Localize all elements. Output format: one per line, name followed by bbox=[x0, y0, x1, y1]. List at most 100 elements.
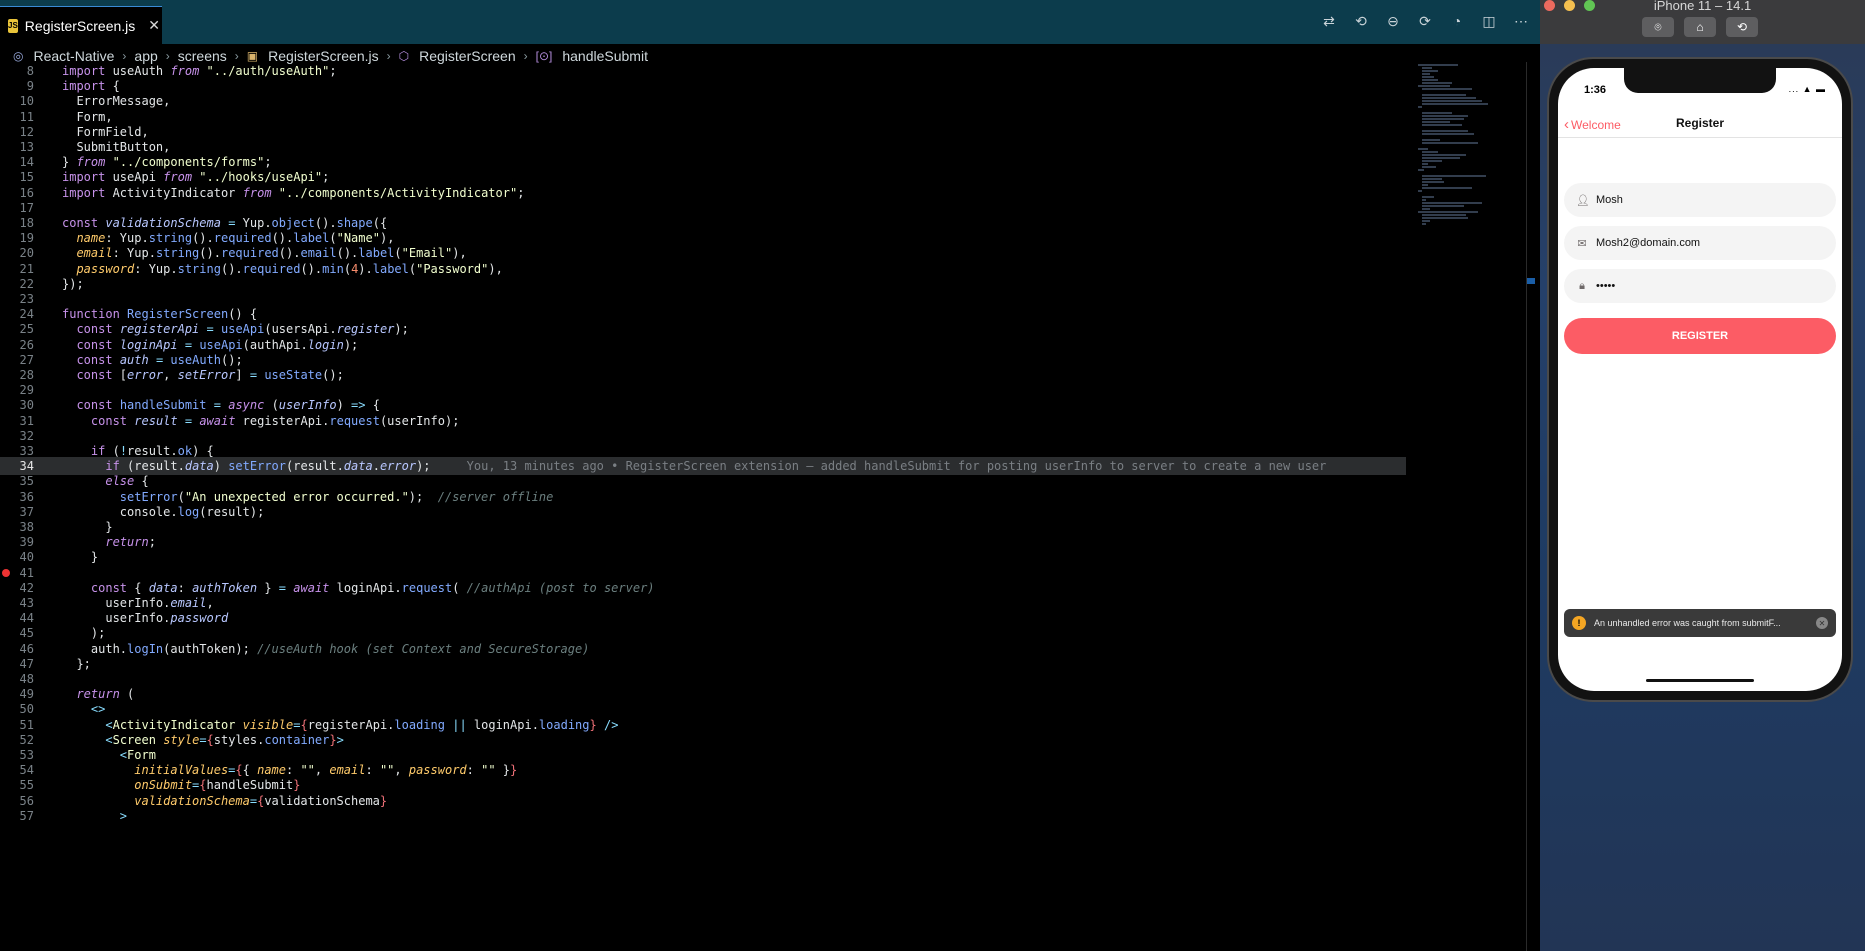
scrollbar-track bbox=[1526, 62, 1527, 951]
minimap-line bbox=[1422, 121, 1450, 123]
screen-title: Register bbox=[1675, 116, 1725, 130]
minimap-line bbox=[1422, 82, 1452, 84]
tab-registerscreen-js[interactable]: JS RegisterScreen.js ✕ bbox=[0, 6, 162, 44]
minimap-line bbox=[1422, 208, 1430, 210]
chevron-right-icon: › bbox=[386, 49, 391, 63]
home-icon: ⌂ bbox=[1696, 20, 1704, 34]
editor-actions: ⇄ ⟲ ⊖ ⟳ ◔ ◫ ⋯ bbox=[1320, 12, 1530, 30]
more-actions-icon[interactable]: ⋯ bbox=[1512, 12, 1530, 30]
chevron-right-icon: › bbox=[523, 49, 528, 63]
source-control-icon[interactable]: ⇄ bbox=[1320, 12, 1338, 30]
minimap-line bbox=[1422, 103, 1488, 105]
minimap-line bbox=[1422, 94, 1466, 96]
minimap-line bbox=[1422, 130, 1468, 132]
scrollbar-thumb[interactable] bbox=[1527, 278, 1535, 284]
camera-icon: ⌾ bbox=[1654, 19, 1662, 34]
minimap-line bbox=[1422, 166, 1436, 168]
lock-icon: 🔒︎ bbox=[1579, 279, 1585, 292]
account-icon: 👤︎ bbox=[1576, 194, 1590, 207]
editor-tab-bar: JS RegisterScreen.js ✕ ⇄ ⟲ ⊖ ⟳ ◔ ◫ ⋯ bbox=[0, 0, 1540, 44]
minimap-line bbox=[1422, 154, 1466, 156]
minimap-line bbox=[1422, 163, 1428, 165]
rotate-icon: ⟲ bbox=[1736, 20, 1748, 34]
minimap-line bbox=[1422, 100, 1482, 102]
minimap-line bbox=[1422, 139, 1440, 141]
minimap-line bbox=[1422, 88, 1472, 90]
email-value: Mosh2@domain.com bbox=[1596, 237, 1701, 249]
minimap-line bbox=[1422, 67, 1432, 69]
code-line[interactable]: 57 > bbox=[0, 807, 1406, 825]
chevron-right-icon: › bbox=[122, 49, 127, 63]
minimap-line bbox=[1418, 148, 1428, 150]
minimap-line bbox=[1422, 181, 1444, 183]
minimap-line bbox=[1422, 115, 1468, 117]
status-time: 1:36 bbox=[1584, 84, 1607, 96]
close-icon[interactable]: ✕ bbox=[1816, 617, 1828, 629]
commit-icon[interactable]: ⊖ bbox=[1384, 12, 1402, 30]
password-field[interactable]: 🔒︎ ••••• bbox=[1564, 269, 1836, 303]
minimap-line bbox=[1418, 85, 1450, 87]
minimap-line bbox=[1422, 217, 1468, 219]
minimap-line bbox=[1422, 76, 1434, 78]
minimap-line bbox=[1422, 175, 1486, 177]
rotate-button[interactable]: ⟲ bbox=[1726, 17, 1758, 37]
ios-simulator-window[interactable]: iPhone 11 – 14.1 ⌾ ⌂ ⟲ 1:36 ... ▲ ▬ ‹ We… bbox=[1540, 0, 1865, 951]
function-icon: [⊙] bbox=[535, 49, 553, 63]
minimap-line bbox=[1422, 112, 1452, 114]
js-file-icon: JS bbox=[8, 18, 18, 33]
iphone-frame: 1:36 ... ▲ ▬ ‹ Welcome Register 👤︎ Mosh … bbox=[1547, 57, 1853, 702]
name-value: Mosh bbox=[1596, 194, 1623, 206]
toast-text: An unhandled error was caught from submi… bbox=[1594, 618, 1781, 628]
minimap-line bbox=[1422, 202, 1482, 204]
home-button[interactable]: ⌂ bbox=[1684, 17, 1716, 37]
component-icon: ⬡ bbox=[398, 49, 410, 63]
error-toast[interactable]: ! An unhandled error was caught from sub… bbox=[1564, 609, 1836, 637]
minimap-line bbox=[1422, 184, 1428, 186]
chevron-right-icon: › bbox=[165, 49, 170, 63]
minimap-line bbox=[1422, 73, 1430, 75]
minimap-line bbox=[1422, 178, 1442, 180]
minimap-line bbox=[1422, 205, 1464, 207]
password-value: ••••• bbox=[1596, 280, 1616, 292]
next-change-icon[interactable]: ⟳ bbox=[1416, 12, 1434, 30]
phone-screen[interactable]: 1:36 ... ▲ ▬ ‹ Welcome Register 👤︎ Mosh … bbox=[1558, 68, 1842, 691]
tab-label: RegisterScreen.js bbox=[24, 17, 136, 34]
simulator-toolbar: iPhone 11 – 14.1 ⌾ ⌂ ⟲ bbox=[1540, 0, 1865, 44]
code-editor[interactable]: JS RegisterScreen.js ✕ ⇄ ⟲ ⊖ ⟳ ◔ ◫ ⋯ ◎ R… bbox=[0, 0, 1540, 951]
status-icons: ... ▲ ▬ bbox=[1788, 84, 1826, 94]
git-history-icon[interactable]: ◔ bbox=[1448, 12, 1466, 30]
line-number: 57 bbox=[19, 808, 34, 823]
screenshot-button[interactable]: ⌾ bbox=[1642, 17, 1674, 37]
minimap-line bbox=[1422, 118, 1464, 120]
warning-icon: ! bbox=[1572, 616, 1586, 630]
minimap-line bbox=[1418, 64, 1458, 66]
minimap-line bbox=[1422, 151, 1438, 153]
split-editor-icon[interactable]: ◫ bbox=[1480, 12, 1498, 30]
minimap-line bbox=[1422, 220, 1430, 222]
minimap-line bbox=[1422, 196, 1434, 198]
code-text: > bbox=[119, 808, 128, 823]
previous-change-icon[interactable]: ⟲ bbox=[1352, 12, 1370, 30]
code-area[interactable]: 8 import useAuth from "../auth/useAuth"; 9… bbox=[0, 62, 1410, 951]
minimap-line bbox=[1418, 106, 1422, 108]
phone-notch bbox=[1624, 68, 1776, 93]
minimap-line bbox=[1422, 97, 1476, 99]
chevron-right-icon: › bbox=[234, 49, 239, 63]
minimap-line bbox=[1418, 211, 1478, 213]
register-button[interactable]: REGISTER bbox=[1564, 318, 1836, 354]
minimap-line bbox=[1422, 223, 1426, 225]
close-icon[interactable]: ✕ bbox=[148, 17, 160, 34]
email-field[interactable]: ✉ Mosh2@domain.com bbox=[1564, 226, 1836, 260]
minimap-line bbox=[1422, 187, 1472, 189]
minimap-line bbox=[1418, 169, 1424, 171]
home-indicator[interactable] bbox=[1646, 679, 1754, 682]
name-field[interactable]: 👤︎ Mosh bbox=[1564, 183, 1836, 217]
minimap-line bbox=[1422, 214, 1466, 216]
minimap-line bbox=[1422, 124, 1462, 126]
minimap-line bbox=[1422, 157, 1460, 159]
email-icon: ✉ bbox=[1577, 237, 1587, 250]
js-file-icon: ▣ bbox=[246, 49, 259, 63]
minimap[interactable] bbox=[1410, 62, 1526, 951]
react-folder-icon: ◎ bbox=[13, 49, 24, 63]
navigation-bar: ‹ Welcome Register bbox=[1558, 108, 1842, 138]
